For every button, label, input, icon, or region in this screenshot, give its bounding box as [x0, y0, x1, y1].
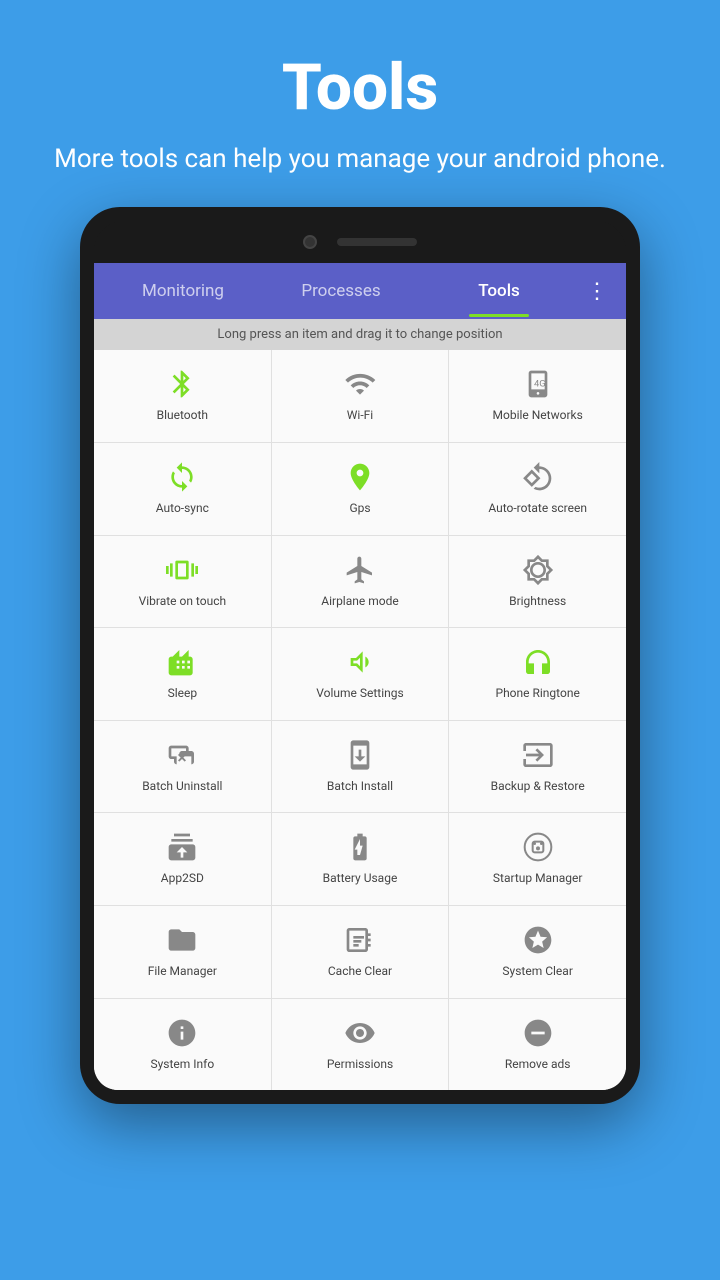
- tool-auto-sync[interactable]: Auto-sync: [94, 443, 271, 535]
- vibrate-icon: [166, 554, 198, 586]
- camera: [303, 235, 317, 249]
- tool-airplane-label: Airplane mode: [321, 594, 398, 610]
- header: Tools More tools can help you manage you…: [14, 0, 706, 207]
- system-clear-icon: [522, 924, 554, 956]
- tool-vibrate[interactable]: Vibrate on touch: [94, 536, 271, 628]
- mobile-network-icon: 4G: [522, 368, 554, 400]
- batch-install-icon: [344, 739, 376, 771]
- tool-bluetooth-label: Bluetooth: [157, 408, 208, 424]
- bluetooth-icon: [166, 368, 198, 400]
- tool-app2sd[interactable]: App2SD: [94, 813, 271, 905]
- tool-system-clear[interactable]: System Clear: [449, 906, 626, 998]
- tab-tools[interactable]: Tools: [420, 265, 578, 317]
- tool-backup-label: Backup & Restore: [491, 779, 585, 795]
- tools-grid: Bluetooth Wi-Fi 4G Mobile Networks: [94, 350, 626, 1090]
- tool-batch-install[interactable]: Batch Install: [272, 721, 449, 813]
- page-subtitle: More tools can help you manage your andr…: [54, 141, 666, 177]
- tool-wifi[interactable]: Wi-Fi: [272, 350, 449, 442]
- app2sd-icon: [166, 831, 198, 863]
- more-menu-button[interactable]: ⋮: [578, 279, 616, 304]
- tool-ringtone[interactable]: Phone Ringtone: [449, 628, 626, 720]
- tool-system-info[interactable]: System Info: [94, 999, 271, 1091]
- tab-monitoring[interactable]: Monitoring: [104, 265, 262, 317]
- tool-system-info-label: System Info: [150, 1057, 214, 1073]
- airplane-icon: [344, 554, 376, 586]
- tool-app2sd-label: App2SD: [161, 871, 204, 887]
- tool-brightness-label: Brightness: [509, 594, 566, 610]
- rotate-icon: [522, 461, 554, 493]
- tab-processes[interactable]: Processes: [262, 265, 420, 317]
- tool-file-manager[interactable]: File Manager: [94, 906, 271, 998]
- volume-icon: [344, 646, 376, 678]
- tool-batch-uninstall-label: Batch Uninstall: [142, 779, 222, 795]
- tool-system-clear-label: System Clear: [502, 964, 572, 980]
- tool-volume[interactable]: Volume Settings: [272, 628, 449, 720]
- tool-file-manager-label: File Manager: [148, 964, 217, 980]
- tool-ringtone-label: Phone Ringtone: [496, 686, 580, 702]
- tool-battery-label: Battery Usage: [323, 871, 398, 887]
- tool-wifi-label: Wi-Fi: [347, 408, 373, 424]
- wifi-icon: [344, 368, 376, 400]
- speaker: [337, 238, 417, 246]
- tool-permissions[interactable]: Permissions: [272, 999, 449, 1091]
- tool-gps-label: Gps: [349, 501, 370, 517]
- remove-ads-icon: [522, 1017, 554, 1049]
- phone-screen: Monitoring Processes Tools ⋮ Long press …: [94, 263, 626, 1090]
- ringtone-icon: [522, 646, 554, 678]
- permissions-icon: [344, 1017, 376, 1049]
- svg-text:4G: 4G: [534, 379, 546, 390]
- tool-cache-clear[interactable]: Cache Clear: [272, 906, 449, 998]
- sleep-icon: [166, 646, 198, 678]
- tool-airplane[interactable]: Airplane mode: [272, 536, 449, 628]
- tool-batch-uninstall[interactable]: Batch Uninstall: [94, 721, 271, 813]
- tool-cache-clear-label: Cache Clear: [328, 964, 392, 980]
- tool-sleep[interactable]: Sleep: [94, 628, 271, 720]
- tool-remove-ads[interactable]: Remove ads: [449, 999, 626, 1091]
- hint-bar: Long press an item and drag it to change…: [94, 319, 626, 350]
- tool-startup[interactable]: Startup Manager: [449, 813, 626, 905]
- tool-vibrate-label: Vibrate on touch: [139, 594, 227, 610]
- tool-startup-label: Startup Manager: [493, 871, 583, 887]
- tool-auto-sync-label: Auto-sync: [156, 501, 209, 517]
- tool-remove-ads-label: Remove ads: [505, 1057, 571, 1073]
- system-info-icon: [166, 1017, 198, 1049]
- page-title: Tools: [54, 50, 666, 125]
- tool-batch-install-label: Batch Install: [327, 779, 393, 795]
- tool-backup[interactable]: Backup & Restore: [449, 721, 626, 813]
- battery-icon: [344, 831, 376, 863]
- tab-bar: Monitoring Processes Tools ⋮: [94, 263, 626, 319]
- brightness-icon: [522, 554, 554, 586]
- batch-uninstall-icon: [166, 739, 198, 771]
- phone-notch: [94, 221, 626, 263]
- tool-permissions-label: Permissions: [327, 1057, 393, 1073]
- gps-icon: [344, 461, 376, 493]
- tool-auto-rotate[interactable]: Auto-rotate screen: [449, 443, 626, 535]
- sync-icon: [166, 461, 198, 493]
- tool-battery[interactable]: Battery Usage: [272, 813, 449, 905]
- tool-sleep-label: Sleep: [168, 686, 198, 702]
- tool-gps[interactable]: Gps: [272, 443, 449, 535]
- tool-brightness[interactable]: Brightness: [449, 536, 626, 628]
- tool-mobile-networks-label: Mobile Networks: [493, 408, 583, 424]
- backup-icon: [522, 739, 554, 771]
- phone-mockup: Monitoring Processes Tools ⋮ Long press …: [80, 207, 640, 1104]
- tool-mobile-networks[interactable]: 4G Mobile Networks: [449, 350, 626, 442]
- tool-bluetooth[interactable]: Bluetooth: [94, 350, 271, 442]
- tool-volume-label: Volume Settings: [316, 686, 403, 702]
- cache-clear-icon: [344, 924, 376, 956]
- file-manager-icon: [166, 924, 198, 956]
- startup-icon: [522, 831, 554, 863]
- tool-auto-rotate-label: Auto-rotate screen: [488, 501, 587, 517]
